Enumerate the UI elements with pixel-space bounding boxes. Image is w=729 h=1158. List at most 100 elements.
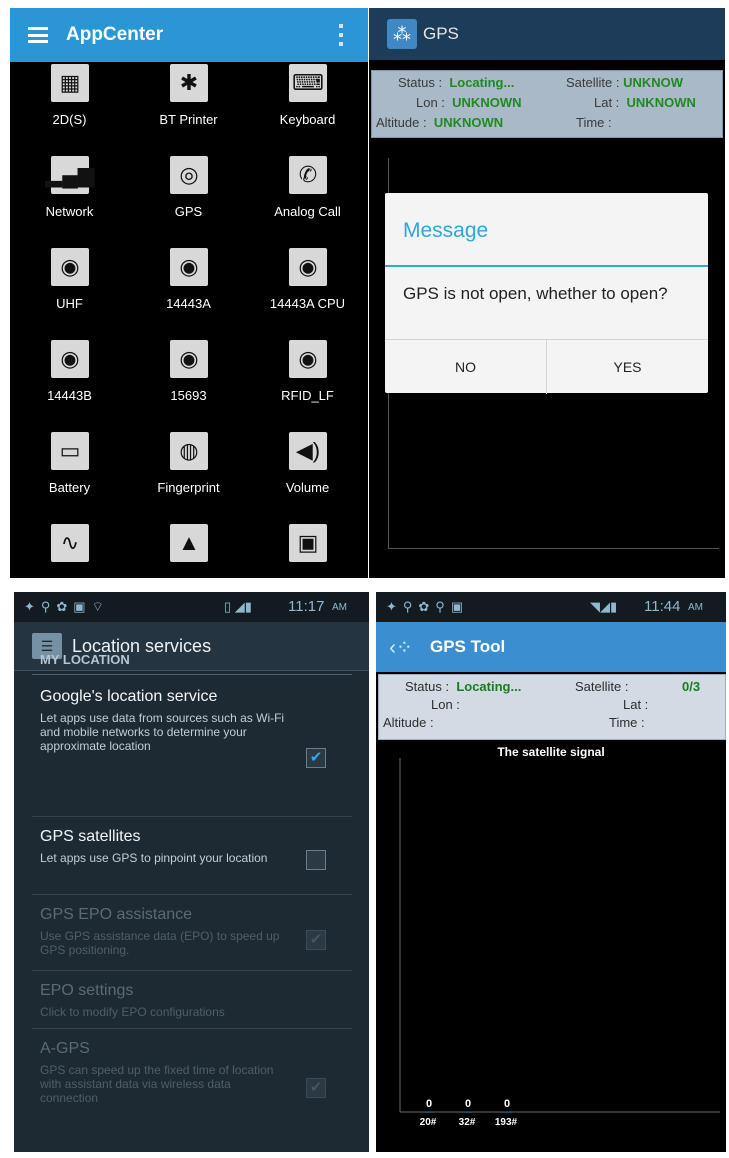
lat-label: Lat : bbox=[623, 697, 649, 712]
bluetooth-icon: ✱ bbox=[170, 64, 208, 102]
fingerprint-icon: ◍ bbox=[170, 432, 208, 470]
app-title: AppCenter bbox=[66, 24, 164, 45]
checkbox-checked[interactable]: ✔ bbox=[306, 930, 326, 950]
status-ampm: AM bbox=[688, 602, 703, 613]
status-label: Status : bbox=[398, 75, 443, 90]
x-tick-label: 20# bbox=[420, 1117, 437, 1128]
app-tile[interactable]: ▲ bbox=[129, 522, 248, 578]
status-bar: ✦⚲✿▣⌔ ▯ ◢▮ 11:17 AM bbox=[14, 592, 369, 622]
signal-bar bbox=[461, 1112, 473, 1113]
signal-bars-icon: ▂▄▆ bbox=[45, 156, 95, 194]
app-tile-label: RFID_LF bbox=[281, 388, 334, 403]
wifi-signal-battery-icon: ◥◢▮ bbox=[590, 599, 618, 614]
signal-bar bbox=[422, 1112, 434, 1113]
status-value: Locating... bbox=[456, 679, 522, 694]
checkbox-unchecked[interactable] bbox=[306, 850, 326, 870]
status-row: Status : Locating... bbox=[405, 679, 521, 694]
status-label: Status : bbox=[405, 679, 450, 694]
app-tile-label: Battery bbox=[48, 480, 91, 495]
altitude-label: Altitude : bbox=[383, 715, 434, 730]
lat-value: UNKNOWN bbox=[626, 95, 696, 110]
keyboard-icon: ⌨ bbox=[289, 64, 327, 102]
app-tile[interactable]: ▦ 2D(S) bbox=[10, 62, 129, 154]
hamburger-menu-icon[interactable] bbox=[28, 27, 48, 43]
app-tile[interactable]: ◉ 14443A CPU bbox=[248, 246, 367, 338]
app-tile-label: Keyboard bbox=[279, 112, 336, 127]
location-setting-item[interactable]: EPO settings Click to modify EPO configur… bbox=[40, 982, 360, 1019]
app-tile[interactable]: ∿ bbox=[10, 522, 129, 578]
dialog-title-divider bbox=[385, 265, 708, 267]
time-label: Time : bbox=[609, 715, 645, 730]
app-tile[interactable]: ◉ 15693 bbox=[129, 338, 248, 430]
satellite-dish-icon: ◎ bbox=[170, 156, 208, 194]
location-setting-item[interactable]: Google's location service Let apps use da… bbox=[40, 688, 360, 753]
setting-description: GPS can speed up the fixed time of locat… bbox=[40, 1063, 274, 1105]
appcenter-screen: AppCenter ▦ 2D(S) ✱ BT Printer ⌨ Keyboard ▂▄▆ N… bbox=[10, 8, 368, 578]
app-tile[interactable]: ✱ BT Printer bbox=[129, 62, 248, 154]
list-divider bbox=[32, 894, 352, 895]
dialog-button-row: NO YES bbox=[385, 339, 708, 394]
app-tile[interactable]: ◉ UHF bbox=[10, 246, 129, 338]
app-tile[interactable]: ◉ RFID_LF bbox=[248, 338, 367, 430]
setting-title: EPO settings bbox=[40, 982, 134, 999]
x-tick-label: 32# bbox=[459, 1117, 476, 1128]
app-tile-label: Analog Call bbox=[274, 204, 341, 219]
setting-description: Let apps use GPS to pinpoint your locati… bbox=[40, 851, 268, 865]
checkbox-checked[interactable]: ✔ bbox=[306, 1078, 326, 1098]
app-tile[interactable]: ✆ Analog Call bbox=[248, 154, 367, 246]
signal-bar bbox=[500, 1112, 512, 1113]
bar-value-label: 0 bbox=[465, 1098, 471, 1110]
satellite-count: 0/3 bbox=[682, 679, 700, 694]
signal-battery-icon: ▯ ◢▮ bbox=[224, 599, 252, 614]
gps-app-logo-icon[interactable]: ⁂ bbox=[387, 19, 417, 49]
app-tile-label: 2D(S) bbox=[52, 112, 87, 127]
satellite-row: Satellite : UNKNOW bbox=[566, 75, 683, 90]
gps-title: GPS bbox=[423, 24, 459, 43]
phone-call-icon: ✆ bbox=[289, 156, 327, 194]
gps-tool-status-panel: Status : Locating... Satellite : 0/3 Lon… bbox=[378, 674, 726, 740]
no-button[interactable]: NO bbox=[385, 340, 546, 394]
satellite-row: Satellite : bbox=[575, 679, 628, 694]
list-divider bbox=[32, 1028, 352, 1029]
status-value: Locating... bbox=[449, 75, 515, 90]
app-tile[interactable]: ◎ GPS bbox=[129, 154, 248, 246]
gps-action-bar: ⁂ GPS bbox=[369, 8, 725, 60]
app-tile[interactable]: ◍ Fingerprint bbox=[129, 430, 248, 522]
gps-screen: ⁂ GPS Status : Locating... Satellite : U… bbox=[369, 8, 725, 578]
back-app-icon[interactable]: ‹⁘ bbox=[386, 633, 416, 661]
satellite-value: UNKNOW bbox=[623, 75, 684, 90]
app-tile-label: 14443B bbox=[47, 388, 92, 403]
section-header: MY LOCATION bbox=[40, 652, 130, 667]
gps-tool-title: GPS Tool bbox=[430, 637, 506, 656]
yes-button[interactable]: YES bbox=[546, 340, 708, 394]
app-tile[interactable]: ▭ Battery bbox=[10, 430, 129, 522]
app-tile[interactable]: ▂▄▆ Network bbox=[10, 154, 129, 246]
status-row: Status : Locating... bbox=[398, 75, 514, 90]
app-tile[interactable]: ◉ 14443B bbox=[10, 338, 129, 430]
lon-label: Lon : bbox=[416, 95, 445, 110]
appcenter-action-bar: AppCenter bbox=[10, 8, 368, 62]
time-row: Time : bbox=[576, 115, 612, 130]
app-tile[interactable]: ◉ 14443A bbox=[129, 246, 248, 338]
app-tile-label: Network bbox=[45, 204, 94, 219]
setting-description: Let apps use data from sources such as W… bbox=[40, 711, 285, 753]
satellite-signal-chart: The satellite signal 0 20# 0 32# 0 193# bbox=[399, 745, 720, 1128]
time-label: Time : bbox=[576, 115, 612, 130]
status-time: 11:17 bbox=[288, 598, 325, 615]
app-tile-label: Fingerprint bbox=[157, 480, 220, 495]
rfid-icon: ◉ bbox=[51, 248, 89, 286]
checkbox-checked[interactable]: ✔ bbox=[306, 748, 326, 768]
app-tile[interactable]: ⌨ Keyboard bbox=[248, 62, 367, 154]
notification-icons: ✦⚲✿▣⌔ bbox=[24, 599, 110, 614]
altitude-row: Altitude : UNKNOWN bbox=[376, 115, 503, 130]
qr-code-icon: ▦ bbox=[51, 64, 89, 102]
setting-title: GPS EPO assistance bbox=[40, 906, 193, 923]
notification-icons: ✦⚲✿⚲▣ bbox=[386, 599, 470, 614]
app-tile[interactable]: ◀) Volume bbox=[248, 430, 367, 522]
navigation-arrow-icon: ▲ bbox=[170, 524, 208, 562]
overflow-menu-icon[interactable] bbox=[339, 24, 343, 46]
status-bar: ✦⚲✿⚲▣ ◥◢▮ 11:44 AM bbox=[376, 592, 726, 622]
app-tile[interactable]: ▣ bbox=[248, 522, 367, 578]
speaker-icon: ◀) bbox=[289, 432, 327, 470]
lon-label: Lon : bbox=[431, 697, 460, 712]
